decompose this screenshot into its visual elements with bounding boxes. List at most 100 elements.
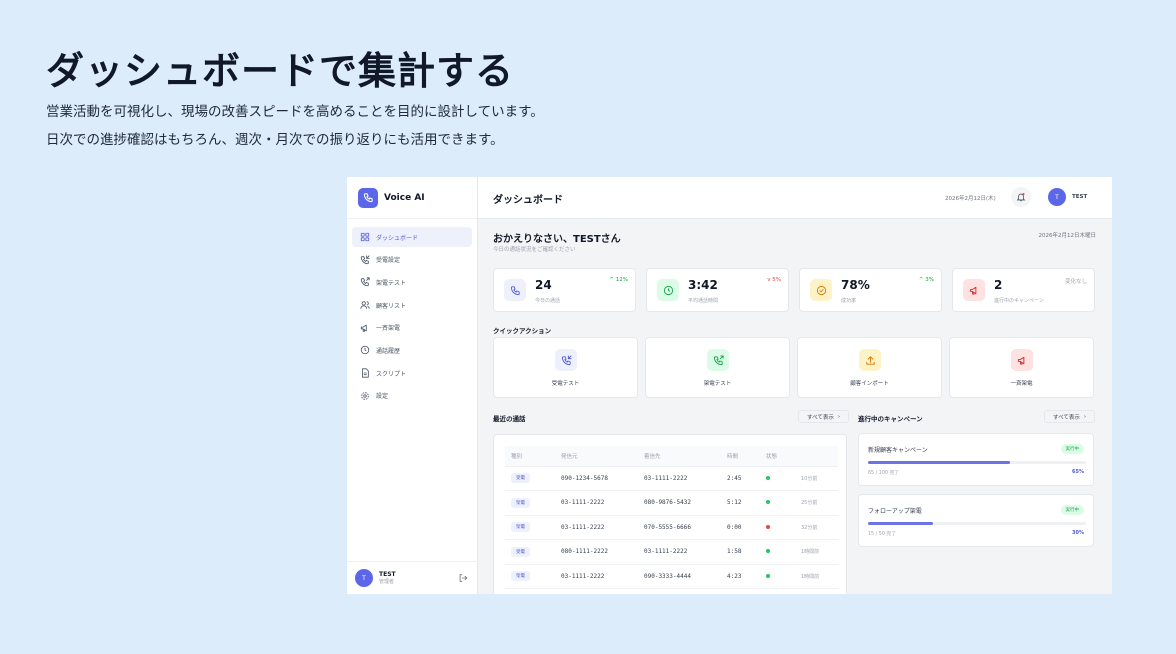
sidebar-item-label: 架電テスト <box>376 279 407 287</box>
call-time-ago: 25分前 <box>801 500 818 507</box>
column-header: 種別 <box>505 446 555 467</box>
grid-icon <box>360 232 370 242</box>
recent-calls-view-all-button[interactable]: すべて表示 › <box>798 410 850 423</box>
to-number: 03-1111-2222 <box>644 548 688 556</box>
stat-trend: ^ 12% <box>609 277 628 283</box>
column-header: 着信先 <box>638 446 721 467</box>
stat-value: 3:42 <box>688 278 718 292</box>
table-row[interactable]: 受電 080-1111-2222 03-1111-2222 1:58 1時間前 <box>505 539 838 565</box>
stat-label: 成功率 <box>841 298 857 304</box>
duration-cell: 1:58 <box>721 539 760 565</box>
stat-trend: 変化なし <box>1064 279 1087 285</box>
bell-icon <box>1016 193 1026 202</box>
quick-action-bulk-call[interactable]: 一斉架電 <box>949 337 1094 398</box>
megaphone-icon <box>1011 349 1033 371</box>
clock-icon <box>657 279 679 301</box>
duration-cell: 2:45 <box>721 466 760 491</box>
sidebar-item-label: 通話履歴 <box>376 347 401 355</box>
phone-out-icon <box>360 277 370 287</box>
stat-label: 進行中のキャンペーン <box>994 298 1044 304</box>
sidebar-item-bulk-call[interactable]: 一斉架電 <box>352 318 472 338</box>
table-row[interactable]: 架電 03-1111-2222 090-3333-4444 4:23 1時間前 <box>505 564 838 589</box>
megaphone-icon <box>360 324 367 332</box>
chevron-right-icon: › <box>837 413 841 420</box>
top-user-name[interactable]: TEST <box>1072 194 1087 200</box>
hero-desc-line-1: 営業活動を可視化し、現場の改善スピードを高めることを目的に設計しています。 <box>46 104 544 120</box>
sidebar-item-label: 顧客リスト <box>376 302 407 310</box>
sidebar-item-outbound-test[interactable]: 架電テスト <box>352 272 472 292</box>
to-cell: 03-1111-2222 <box>638 539 721 565</box>
stat-trend: v 5% <box>767 277 781 283</box>
call-duration: 2:45 <box>727 474 742 482</box>
brand[interactable]: Voice AI <box>347 177 477 219</box>
from-cell: 080-1111-2222 <box>555 539 638 565</box>
sidebar-item-label: 設定 <box>376 393 389 401</box>
ago-cell: 32分前 <box>795 515 838 540</box>
sidebar-nav: ダッシュボード 受電設定 架電テスト 顧客リスト 一斉架電 通話履歴 スクリプト… <box>347 219 477 417</box>
quick-action-outbound-test[interactable]: 架電テスト <box>645 337 790 398</box>
stat-value: 78% <box>841 278 870 292</box>
sidebar-item-call-history[interactable]: 通話履歴 <box>352 340 472 360</box>
from-number: 03-1111-2222 <box>561 572 605 580</box>
table-row[interactable]: 受電 090-1234-5678 03-1111-2222 2:45 10分前 <box>505 466 838 491</box>
user-role: 管理者 <box>379 579 395 585</box>
table-row[interactable]: 架電 03-1111-2222 080-9876-5432 5:12 25分前 <box>505 490 838 516</box>
status-cell <box>760 490 795 516</box>
view-all-label: すべて表示 <box>1053 414 1080 421</box>
campaigns-view-all-button[interactable]: すべて表示 › <box>1044 410 1096 423</box>
stat-label: 今日の通話 <box>535 298 561 304</box>
from-cell: 090-1234-5678 <box>555 466 638 491</box>
phone-logo-icon <box>358 187 378 208</box>
campaign-card[interactable]: 新規顧客キャンペーン 実行中 65 / 100 完了 65% <box>858 433 1094 486</box>
recent-calls-card: 種別 発信元 着信先 時間 状態 受電 090-1234-5678 03-1111-… <box>493 434 847 594</box>
progress-track <box>868 461 1086 464</box>
campaign-progress-text: 15 / 50 完了 <box>868 532 896 537</box>
to-cell: 090-3333-4444 <box>638 564 721 589</box>
column-header: 状態 <box>760 446 795 467</box>
upload-icon <box>859 349 881 371</box>
table-row[interactable]: 架電 03-1111-2222 070-5555-6666 0:00 32分前 <box>505 515 838 540</box>
stat-value: 2 <box>994 278 1003 292</box>
avatar[interactable]: T <box>355 569 373 587</box>
megaphone-icon <box>963 279 985 301</box>
page-title: ダッシュボード <box>493 195 563 206</box>
view-all-label: すべて表示 <box>807 414 834 421</box>
sidebar-item-label: スクリプト <box>376 370 407 378</box>
sidebar-item-inbound-settings[interactable]: 受電設定 <box>352 250 472 270</box>
logout-icon[interactable] <box>458 573 468 583</box>
type-cell: 架電 <box>505 515 555 540</box>
column-header: 時間 <box>721 446 760 467</box>
stat-card-avg-duration: 3:42 平均通話時間 v 5% <box>646 268 789 312</box>
sidebar-item-customer-list[interactable]: 顧客リスト <box>352 295 472 315</box>
call-duration: 5:12 <box>727 499 742 507</box>
type-cell: 受電 <box>505 466 555 491</box>
campaign-card[interactable]: フォローアップ架電 実行中 15 / 50 完了 30% <box>858 494 1094 547</box>
clock-icon <box>360 346 370 355</box>
from-cell: 03-1111-2222 <box>555 490 638 516</box>
sidebar-item-script[interactable]: スクリプト <box>352 363 472 383</box>
quick-action-inbound-test[interactable]: 受電テスト <box>493 337 638 398</box>
gear-icon <box>361 392 369 400</box>
to-number: 090-3333-4444 <box>644 572 691 580</box>
user-name: TEST <box>379 571 396 578</box>
hero-desc-line-2: 日次での進捗確認はもちろん、週次・月次での振り返りにも活用できます。 <box>46 132 504 148</box>
ago-cell: 25分前 <box>795 490 838 516</box>
ago-cell: 1時間前 <box>795 539 838 565</box>
sidebar-item-label: 一斉架電 <box>376 325 401 333</box>
app-screenshot: Voice AI ダッシュボード 受電設定 架電テスト 顧客リスト 一斉架電 通… <box>347 177 1112 594</box>
status-dot <box>766 573 770 578</box>
status-dot <box>766 524 770 529</box>
sidebar-item-settings[interactable]: 設定 <box>352 386 472 406</box>
to-number: 080-9876-5432 <box>644 499 691 507</box>
call-duration: 4:23 <box>727 572 742 580</box>
type-cell: 架電 <box>505 564 555 589</box>
type-badge: 受電 <box>511 546 530 557</box>
notification-button[interactable] <box>1011 187 1031 207</box>
avatar[interactable]: T <box>1048 188 1066 206</box>
hero-description: 営業活動を可視化し、現場の改善スピードを高めることを目的に設計しています。 日次… <box>46 98 544 154</box>
sidebar-item-dashboard[interactable]: ダッシュボード <box>352 227 472 247</box>
quick-action-customer-import[interactable]: 顧客インポート <box>797 337 942 398</box>
from-number: 080-1111-2222 <box>561 548 608 556</box>
ago-cell: 10分前 <box>795 466 838 491</box>
sidebar-item-label: 受電設定 <box>376 257 401 265</box>
